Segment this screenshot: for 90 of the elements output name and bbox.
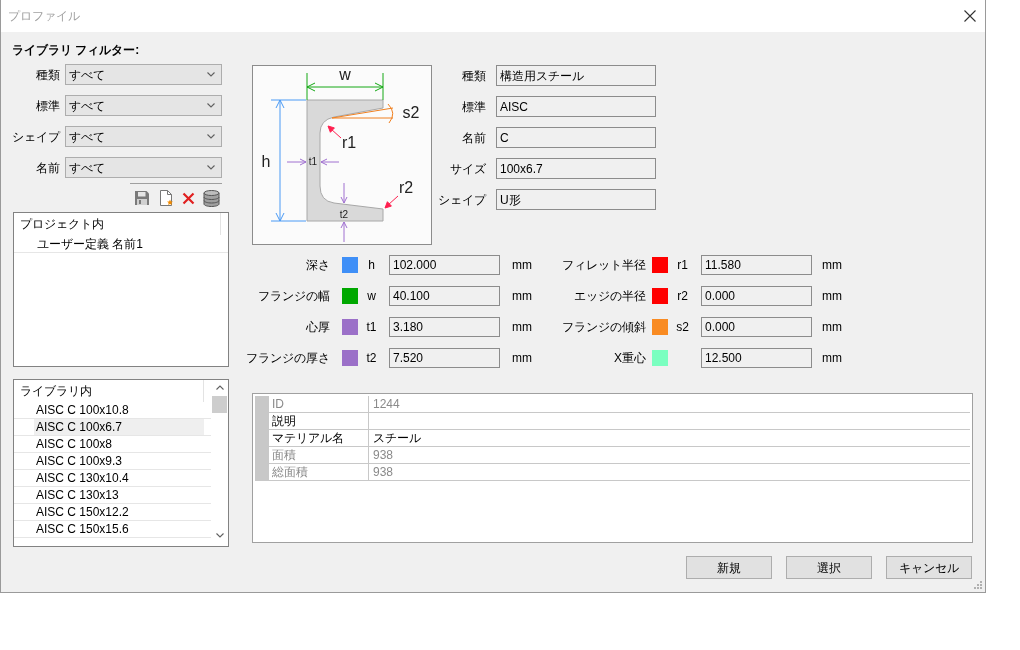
flange-thickness-arrow xyxy=(340,221,348,243)
chevron-down-icon xyxy=(207,165,215,170)
symbol-label: r1 xyxy=(677,257,688,274)
filter-label: 名前 xyxy=(35,159,60,177)
property-field[interactable]: C xyxy=(496,127,656,148)
flange-thickness-arrow xyxy=(340,182,348,204)
dialog-button[interactable]: 選択 xyxy=(786,556,872,579)
fillet-radius-arrow xyxy=(327,125,342,139)
close-icon[interactable] xyxy=(964,10,976,22)
property-value-cell[interactable]: スチール xyxy=(373,429,421,447)
web-thickness-arrow xyxy=(320,158,340,166)
dimension-label: s2 xyxy=(402,104,420,121)
database-icon[interactable] xyxy=(203,189,220,207)
property-field[interactable]: U形 xyxy=(496,189,656,210)
dimension-label: 心厚 xyxy=(305,319,330,336)
property-name-cell: 説明 xyxy=(269,413,369,429)
dimension-label: 深さ xyxy=(305,257,330,274)
delete-icon[interactable] xyxy=(182,191,195,205)
dimension-label: w xyxy=(339,66,351,83)
dimension-label: エッジの半径 xyxy=(573,288,646,305)
unit-label: mm xyxy=(512,257,532,274)
unit-label: mm xyxy=(512,288,532,305)
slope-angle-marker xyxy=(331,103,394,124)
scroll-up-icon[interactable] xyxy=(215,385,224,390)
chevron-down-icon xyxy=(207,103,215,108)
property-name-cell: ID xyxy=(269,396,369,412)
unit-label: mm xyxy=(822,257,842,274)
dimension-label: r1 xyxy=(341,134,357,151)
dimension-field[interactable]: 11.580 xyxy=(701,255,812,275)
dimension-field[interactable]: 0.000 xyxy=(701,317,812,337)
list-item[interactable]: AISC C 100x6.7 xyxy=(34,419,204,435)
scroll-down-icon[interactable] xyxy=(215,533,224,538)
unit-label: mm xyxy=(822,288,842,305)
filter-dropdown[interactable]: すべて xyxy=(65,64,222,85)
property-name-cell: マテリアル名 xyxy=(269,430,369,446)
symbol-label: r2 xyxy=(677,288,688,305)
property-label: シェイプ xyxy=(437,191,486,209)
property-field[interactable]: 構造用スチール xyxy=(496,65,656,86)
property-field[interactable]: 100x6.7 xyxy=(496,158,656,179)
unit-label: mm xyxy=(512,350,532,367)
chevron-down-icon xyxy=(207,72,215,77)
unit-label: mm xyxy=(822,350,842,367)
dimension-field[interactable]: 0.000 xyxy=(701,286,812,306)
symbol-label: t1 xyxy=(366,319,377,336)
filter-label: 標準 xyxy=(35,97,60,115)
property-label: 種類 xyxy=(461,67,486,85)
property-name-cell: 総面積 xyxy=(269,464,369,480)
dimension-label: h xyxy=(261,153,271,170)
unit-label: mm xyxy=(822,319,842,336)
chevron-down-icon xyxy=(207,134,215,139)
property-label: 名前 xyxy=(461,129,486,147)
property-label: 標準 xyxy=(461,98,486,116)
dimension-label: t2 xyxy=(339,209,349,220)
resize-grip-icon[interactable] xyxy=(974,581,982,589)
web-thickness-arrow xyxy=(286,158,307,166)
filter-dropdown[interactable]: すべて xyxy=(65,157,222,178)
save-icon[interactable] xyxy=(134,190,150,206)
symbol-label: w xyxy=(367,288,376,305)
dimension-field[interactable]: 3.180 xyxy=(389,317,500,337)
dimension-label: フランジの傾斜 xyxy=(561,319,646,336)
filter-dropdown[interactable]: すべて xyxy=(65,95,222,116)
dimension-field[interactable]: 40.100 xyxy=(389,286,500,306)
dimension-label: t1 xyxy=(308,156,318,167)
property-field[interactable]: AISC xyxy=(496,96,656,117)
symbol-label: s2 xyxy=(676,319,689,336)
edge-radius-arrow xyxy=(384,195,399,209)
dimension-field[interactable]: 102.000 xyxy=(389,255,500,275)
dimension-label: フランジの厚さ xyxy=(246,350,330,367)
list-group-header: ライブラリ内 xyxy=(19,383,92,400)
new-document-icon[interactable] xyxy=(158,190,174,206)
symbol-label: h xyxy=(368,257,375,274)
filter-dropdown[interactable]: すべて xyxy=(65,126,222,147)
property-label: サイズ xyxy=(449,160,486,178)
dimension-label: フィレット半径 xyxy=(561,257,646,274)
dialog-button[interactable]: 新規 xyxy=(686,556,772,579)
dimension-field[interactable]: 7.520 xyxy=(389,348,500,368)
dialog-button[interactable]: キャンセル xyxy=(886,556,972,579)
filter-label: シェイプ xyxy=(12,128,60,146)
dimension-label: X重心 xyxy=(613,350,646,367)
dimension-field[interactable]: 12.500 xyxy=(701,348,812,368)
filter-label: 種類 xyxy=(35,66,60,84)
window-title: プロファイル xyxy=(8,8,80,25)
dimension-label: フランジの幅 xyxy=(257,288,330,305)
dimension-label: r2 xyxy=(398,179,414,196)
property-name-cell: 面積 xyxy=(269,447,369,463)
symbol-label: t2 xyxy=(366,350,377,367)
unit-label: mm xyxy=(512,319,532,336)
filter-heading: ライブラリ フィルター: xyxy=(12,42,140,58)
list-group-header: プロジェクト内 xyxy=(19,216,104,233)
scrollbar-thumb[interactable] xyxy=(212,396,227,413)
